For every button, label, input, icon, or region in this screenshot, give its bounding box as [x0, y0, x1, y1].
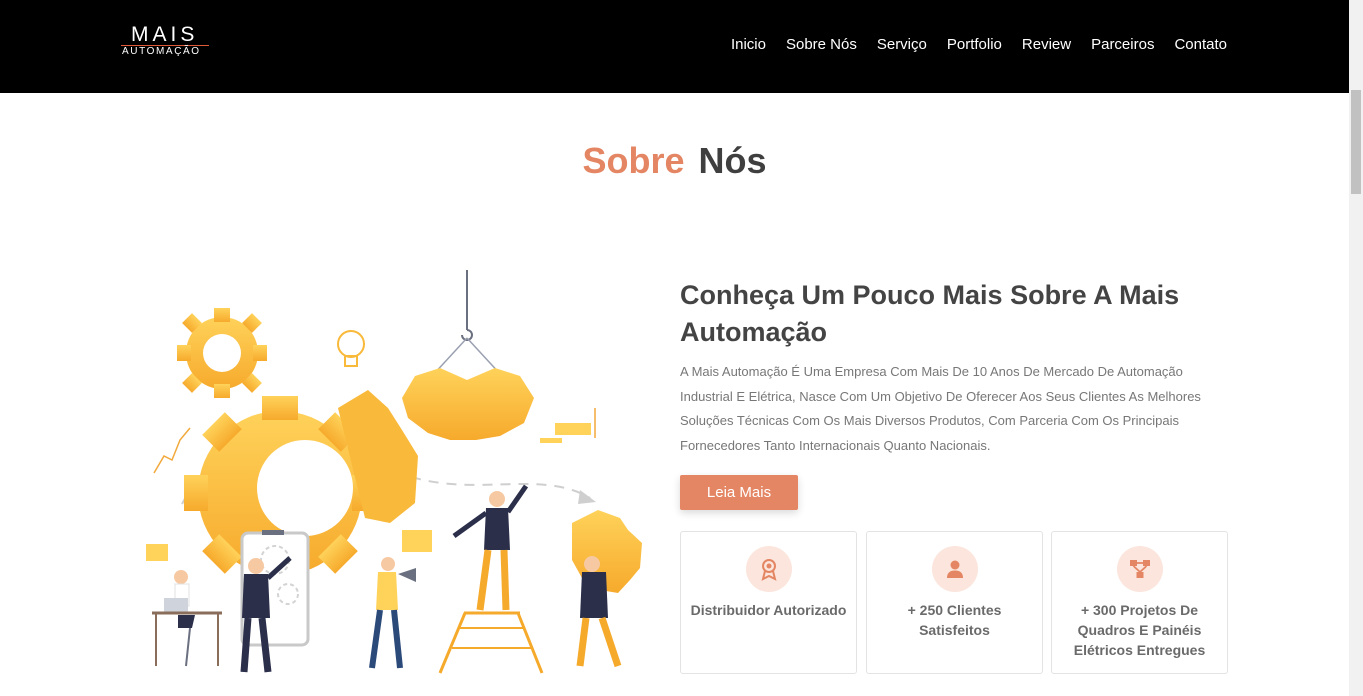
nav-link-servico[interactable]: Serviço	[877, 36, 927, 54]
nav-link-inicio[interactable]: Inicio	[731, 36, 766, 54]
logo-text-automacao: AUTOMAÇÃO	[122, 46, 201, 57]
nav-link-review[interactable]: Review	[1022, 36, 1071, 54]
site-header: MAIS AUTOMAÇÃO Inicio Sobre Nós Serviço …	[0, 0, 1349, 93]
nav-link-parceiros[interactable]: Parceiros	[1091, 36, 1154, 54]
brand-logo[interactable]: MAIS AUTOMAÇÃO	[121, 24, 211, 60]
nav-link-sobre-nos[interactable]: Sobre Nós	[786, 36, 857, 54]
feature-card-projetos: + 300 Projetos De Quadros E Painéis Elét…	[1051, 531, 1228, 674]
feature-label: + 250 Clientes Satisfeitos	[907, 602, 1002, 638]
user-icon-circle	[931, 546, 978, 592]
about-heading: Conheça Um Pouco Mais Sobre A Mais Autom…	[680, 280, 1180, 347]
nav-link-contato[interactable]: Contato	[1174, 36, 1227, 54]
about-description: A Mais Automação É Uma Empresa Com Mais …	[680, 364, 1201, 453]
network-icon	[1129, 560, 1150, 578]
feature-label: + 300 Projetos De Quadros E Painéis Elét…	[1073, 602, 1206, 658]
award-icon-circle	[745, 546, 792, 592]
feature-card-distribuidor: Distribuidor Autorizado	[680, 531, 857, 674]
network-icon-circle	[1116, 546, 1163, 592]
nav-link-portfolio[interactable]: Portfolio	[947, 36, 1002, 54]
section-title: Sobre Nós	[0, 140, 1349, 182]
feature-card-clientes: + 250 Clientes Satisfeitos	[866, 531, 1043, 674]
section-title-word1: Sobre	[582, 140, 685, 181]
user-icon	[946, 560, 963, 578]
teamwork-gears-illustration	[140, 268, 650, 680]
section-title-word2: Nós	[698, 140, 767, 181]
leia-mais-button[interactable]: Leia Mais	[680, 475, 798, 510]
feature-label: Distribuidor Autorizado	[690, 602, 847, 618]
award-icon	[761, 559, 776, 581]
logo-text-mais: MAIS	[131, 23, 199, 46]
main-nav: Inicio Sobre Nós Serviço Portfolio Revie…	[731, 36, 1227, 54]
page-scrollbar[interactable]	[1349, 0, 1363, 696]
scrollbar-thumb[interactable]	[1351, 90, 1361, 194]
